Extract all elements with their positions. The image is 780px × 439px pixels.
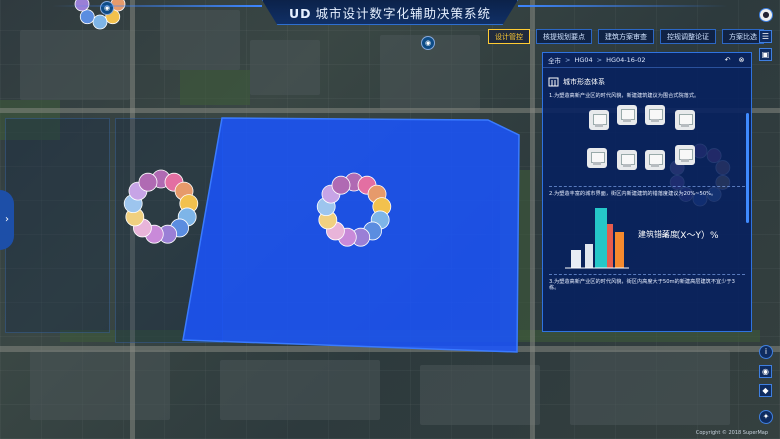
indicator-ring[interactable] [316, 172, 392, 247]
user-avatar-icon[interactable]: ● [759, 8, 773, 22]
toolbox-icon[interactable]: ▣ [759, 48, 772, 61]
breadcrumb-item[interactable]: HG04-16-02 [606, 56, 645, 64]
camera-icon[interactable]: ◉ [421, 36, 435, 50]
app-title: UD 城市设计数字化辅助决策系统 [288, 5, 492, 21]
formula-label: 建筑错落度 [638, 230, 678, 239]
camera-icon[interactable]: ◉ [759, 365, 772, 378]
breadcrumb-separator: > [596, 56, 603, 64]
section-header: 城市形态体系 [543, 68, 751, 91]
chevron-right-icon[interactable]: › [0, 190, 14, 250]
compass-icon[interactable]: ✦ [759, 410, 773, 424]
indicator-ring[interactable] [123, 169, 199, 244]
tab-planning-points[interactable]: 核提规划要点 [536, 29, 592, 44]
tab-regulatory-adjustment[interactable]: 控规调整论证 [660, 29, 716, 44]
layer-icon[interactable]: ◆ [759, 384, 772, 397]
section-title: 城市形态体系 [563, 77, 605, 86]
tab-design-control[interactable]: 设计管控 [488, 29, 530, 44]
divider [549, 185, 745, 187]
building-icon [548, 77, 559, 87]
map-copyright: Copyright © 2018 SuperMap [695, 430, 768, 436]
menu-icon[interactable]: ☰ [759, 30, 772, 43]
building-block [645, 149, 665, 170]
breadcrumb-separator: > [565, 56, 571, 64]
title-decoration [52, 5, 262, 7]
building-block [587, 147, 607, 168]
close-icon[interactable]: ⊗ [737, 56, 746, 65]
skyline-bar [607, 223, 613, 268]
enclosed-courtyard-diagram [543, 102, 751, 184]
skyline-bar [595, 207, 607, 268]
breadcrumb-item[interactable]: 全市 [548, 55, 561, 65]
building-block [675, 144, 695, 165]
guideline-2: 2.为塑造丰富的城市界面，街区内新建建筑的错落度建议为20%~50%。 [549, 190, 717, 197]
indicator-bubble[interactable] [92, 14, 108, 30]
scrollbar[interactable] [746, 113, 749, 223]
skyline-bar [615, 231, 624, 268]
design-control-panel: 全市 > HG04 > HG04-16-02 ↶ ⊗ 城市形态体系 1.为塑造高… [542, 52, 752, 332]
back-icon[interactable]: ↶ [723, 56, 732, 65]
formula-value: = （X～Y）% [660, 230, 719, 241]
guideline-1: 1.为塑造高新产业区的时代风貌，新建建筑建议为围合式院落式。 [549, 93, 700, 99]
indicator-bubble[interactable] [79, 9, 95, 25]
title-decoration [518, 5, 728, 7]
guideline-3: 3.为塑造高新产业区的时代风貌，街区内高度大于50m的新建高层建筑不宜少于3栋。 [549, 278, 735, 292]
divider [549, 273, 745, 275]
tab-building-review[interactable]: 建筑方案审查 [598, 29, 654, 44]
building-block [675, 109, 695, 130]
camera-icon[interactable]: ◉ [100, 1, 114, 15]
height-variation-diagram: 建筑错落度 = （X～Y）% [543, 200, 751, 272]
title-bar: UD 城市设计数字化辅助决策系统 [262, 0, 518, 25]
indicator-bubble[interactable] [331, 175, 351, 195]
breadcrumb-item[interactable]: HG04 [574, 56, 592, 64]
building-block [617, 104, 637, 125]
building-block [645, 104, 665, 125]
skyline-bar [585, 243, 593, 268]
breadcrumb: 全市 > HG04 > HG04-16-02 ↶ ⊗ [543, 53, 751, 68]
building-block [589, 109, 609, 130]
info-icon[interactable]: i [759, 345, 773, 359]
building-block [617, 149, 637, 170]
ratio-formula: 建筑错落度 = （X～Y）% [638, 228, 719, 241]
tab-scheme-compare[interactable]: 方案比选 [722, 29, 764, 44]
indicator-bubble[interactable] [138, 172, 158, 192]
skyline-bar [571, 249, 581, 268]
nav-tabs: 设计管控 核提规划要点 建筑方案审查 控规调整论证 方案比选 [488, 29, 764, 44]
